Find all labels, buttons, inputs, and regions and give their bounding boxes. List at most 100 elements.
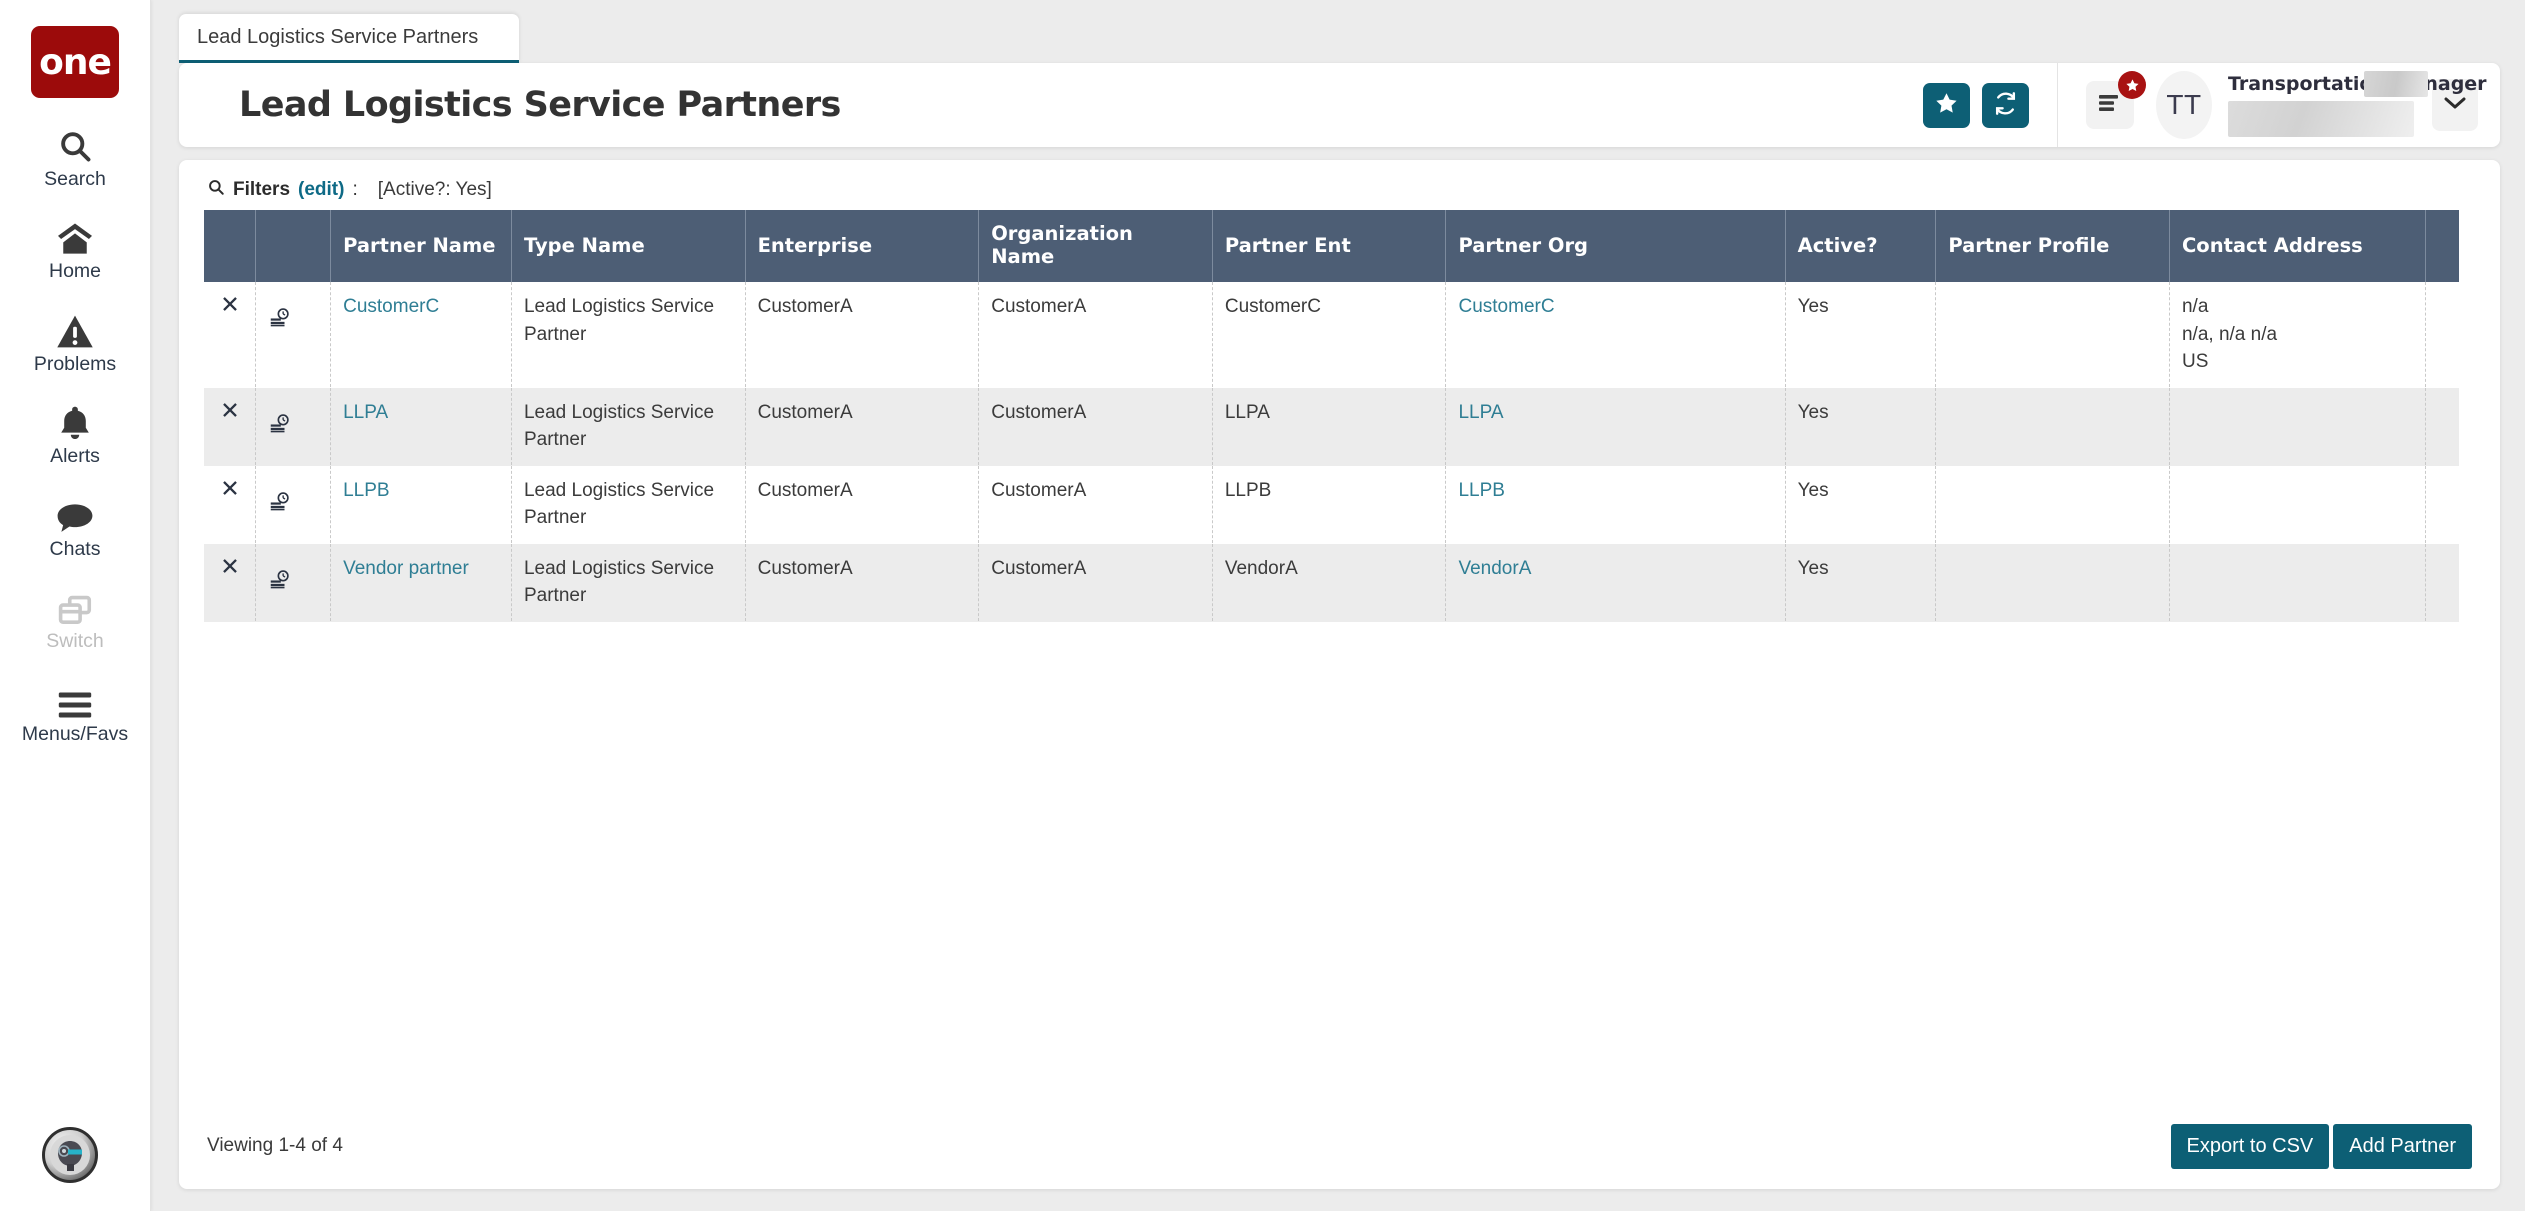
sidebar-item-switch[interactable]: Switch — [0, 560, 151, 652]
partner-detail-icon[interactable] — [268, 477, 290, 522]
partner-name-link[interactable]: CustomerC — [343, 296, 439, 317]
cell-partner-name: LLPA — [330, 387, 512, 466]
partner-org-link[interactable]: CustomerC — [1458, 296, 1554, 317]
table-head: Partner Name Type Name Enterprise Organi… — [204, 210, 2459, 282]
home-icon — [56, 216, 94, 256]
redacted-user-detail — [2228, 101, 2414, 137]
refresh-icon — [1993, 91, 2018, 119]
cell-active: Yes — [1785, 282, 1937, 388]
col-actions-delete — [204, 210, 256, 282]
search-icon — [57, 124, 93, 164]
refresh-button[interactable] — [1982, 82, 2029, 128]
row-delete-cell — [204, 387, 256, 466]
primary-sidebar: one Search Home Problems Alerts Chats Sw… — [0, 0, 151, 1211]
cell-contact-address — [2169, 465, 2427, 544]
row-detail-cell — [255, 465, 332, 544]
col-partner-name[interactable]: Partner Name — [330, 210, 512, 282]
content-card: Filters (edit) : [Active?: Yes] Partner … — [179, 160, 2500, 1189]
cell-spacer — [2425, 465, 2459, 544]
star-icon — [1934, 91, 1959, 119]
col-contact-address[interactable]: Contact Address — [2169, 210, 2427, 282]
close-x-icon[interactable] — [221, 555, 239, 579]
cell-partner-name: Vendor partner — [330, 543, 512, 622]
sidebar-item-home[interactable]: Home — [0, 190, 151, 282]
close-x-icon[interactable] — [221, 477, 239, 501]
partner-org-link[interactable]: LLPA — [1458, 402, 1503, 423]
cell-partner-org: CustomerC — [1445, 282, 1786, 388]
cell-active: Yes — [1785, 543, 1937, 622]
redacted-user-name — [2364, 71, 2428, 97]
sidebar-item-search[interactable]: Search — [0, 98, 151, 190]
partner-detail-icon[interactable] — [268, 399, 290, 444]
col-spacer — [2425, 210, 2459, 282]
row-delete-cell — [204, 282, 256, 388]
sidebar-item-menus-favs[interactable]: Menus/Favs — [0, 653, 151, 745]
footer-buttons: Export to CSV Add Partner — [2170, 1123, 2472, 1169]
cell-active: Yes — [1785, 387, 1937, 466]
viewing-count: Viewing 1-4 of 4 — [207, 1135, 343, 1156]
cell-type-name: Lead Logistics Service Partner — [511, 543, 746, 622]
sidebar-item-label: Search — [44, 168, 106, 190]
col-partner-org[interactable]: Partner Org — [1445, 210, 1786, 282]
close-x-icon[interactable] — [221, 399, 239, 423]
cell-enterprise: CustomerA — [745, 387, 980, 466]
col-actions-detail — [255, 210, 332, 282]
tab-strip: Lead Logistics Service Partners — [151, 0, 2525, 63]
switch-icon — [57, 586, 93, 626]
brand-logo-text: one — [39, 41, 112, 83]
col-type-name[interactable]: Type Name — [511, 210, 746, 282]
partner-detail-icon[interactable] — [268, 293, 290, 338]
partner-detail-icon[interactable] — [268, 555, 290, 600]
list-menu-icon — [2097, 92, 2123, 119]
cell-organization-name: CustomerA — [978, 387, 1213, 466]
chat-icon — [56, 494, 94, 534]
sidebar-item-label: Menus/Favs — [21, 722, 129, 745]
sidebar-item-chats[interactable]: Chats — [0, 468, 151, 560]
col-partner-profile[interactable]: Partner Profile — [1935, 210, 2170, 282]
robot-head-avatar-icon[interactable] — [42, 1127, 98, 1183]
partner-name-link[interactable]: Vendor partner — [343, 558, 469, 579]
list-menu-button[interactable] — [2086, 71, 2146, 129]
cell-contact-address: n/a n/a, n/a n/a US — [2169, 282, 2427, 388]
cell-partner-profile — [1935, 465, 2170, 544]
close-x-icon[interactable] — [221, 293, 239, 317]
cell-active: Yes — [1785, 465, 1937, 544]
partner-org-link[interactable]: LLPB — [1458, 480, 1504, 501]
cell-type-name: Lead Logistics Service Partner — [511, 282, 746, 388]
cell-spacer — [2425, 282, 2459, 388]
filters-bar: Filters (edit) : [Active?: Yes] — [179, 160, 2500, 210]
page-title: Lead Logistics Service Partners — [239, 85, 841, 125]
sidebar-item-problems[interactable]: Problems — [0, 283, 151, 375]
col-partner-ent[interactable]: Partner Ent — [1212, 210, 1447, 282]
partner-name-link[interactable]: LLPA — [343, 402, 388, 423]
filters-active-value: [Active?: Yes] — [377, 179, 492, 200]
user-info-block[interactable]: Transportation Manager — [2228, 71, 2487, 137]
cell-organization-name: CustomerA — [978, 465, 1213, 544]
cell-partner-org: LLPA — [1445, 387, 1786, 466]
add-partner-button[interactable]: Add Partner — [2333, 1123, 2472, 1169]
cell-partner-org: VendorA — [1445, 543, 1786, 622]
partner-org-link[interactable]: VendorA — [1458, 558, 1531, 579]
cell-partner-ent: LLPB — [1212, 465, 1447, 544]
partner-name-link[interactable]: LLPB — [343, 480, 389, 501]
bell-icon — [58, 401, 92, 441]
row-detail-cell — [255, 387, 332, 466]
cell-enterprise: CustomerA — [745, 282, 980, 388]
favorite-button[interactable] — [1923, 82, 1970, 128]
col-enterprise[interactable]: Enterprise — [745, 210, 980, 282]
avatar[interactable]: TT — [2156, 71, 2212, 139]
col-active[interactable]: Active? — [1785, 210, 1937, 282]
cell-enterprise: CustomerA — [745, 465, 980, 544]
brand-logo[interactable]: one — [31, 26, 119, 98]
cell-enterprise: CustomerA — [745, 543, 980, 622]
tab-lead-logistics-service-partners[interactable]: Lead Logistics Service Partners — [179, 14, 519, 63]
tab-label: Lead Logistics Service Partners — [197, 25, 479, 48]
row-detail-cell — [255, 543, 332, 622]
cell-contact-address — [2169, 387, 2427, 466]
sidebar-item-alerts[interactable]: Alerts — [0, 375, 151, 467]
export-to-csv-button[interactable]: Export to CSV — [2170, 1123, 2330, 1169]
cell-organization-name: CustomerA — [978, 543, 1213, 622]
warning-icon — [56, 309, 94, 349]
filters-edit-link[interactable]: (edit) — [298, 179, 344, 201]
col-organization-name[interactable]: Organization Name — [978, 210, 1213, 282]
